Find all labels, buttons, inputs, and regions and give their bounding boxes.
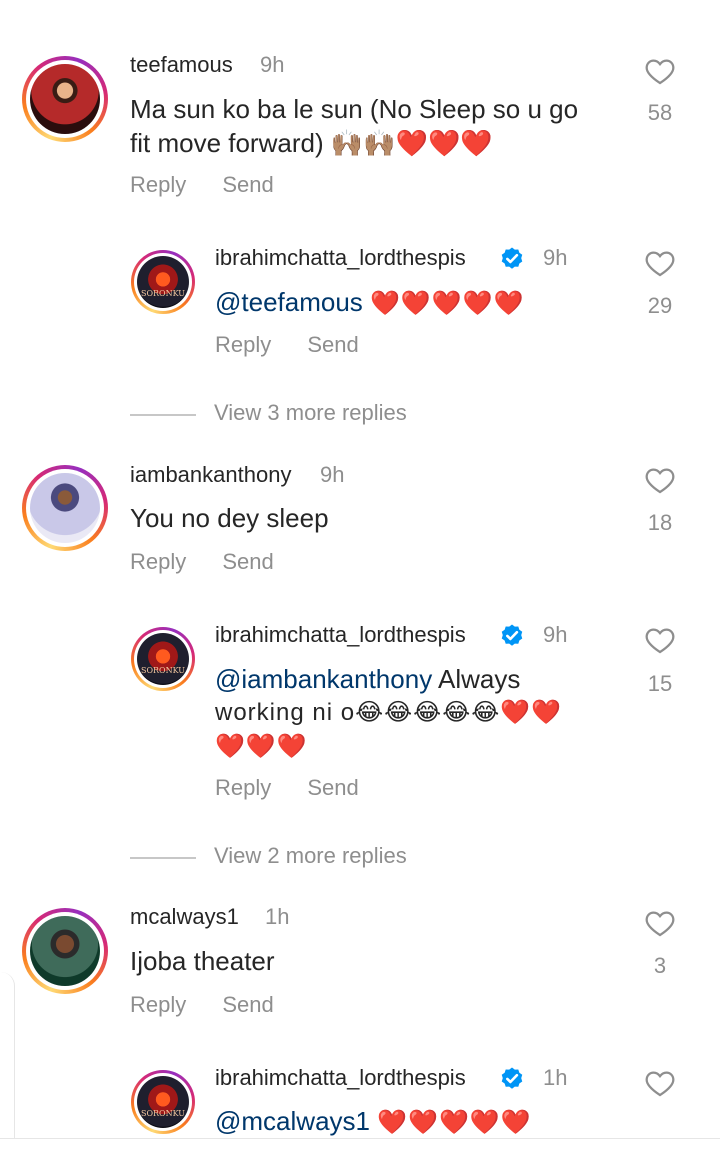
reply-time: 9h xyxy=(543,245,568,270)
avatar: SORONKU xyxy=(137,256,189,308)
avatar: SORONKU xyxy=(137,1076,189,1128)
send-button[interactable]: Send xyxy=(307,775,358,800)
comment-username[interactable]: iambankanthony xyxy=(130,462,291,488)
story-ring-avatar[interactable] xyxy=(22,465,108,551)
reply-actions: Reply Send xyxy=(215,775,389,801)
mention-link[interactable]: @mcalways1 xyxy=(215,1106,370,1136)
story-ring-avatar[interactable]: SORONKU xyxy=(131,250,195,314)
reply-username[interactable]: ibrahimchatta_lordthespis xyxy=(215,622,466,648)
heart-outline-icon[interactable] xyxy=(643,56,677,88)
reply-emojis: ❤️❤️❤️❤️❤️ xyxy=(377,1109,532,1136)
view-more-replies-button[interactable]: View 2 more replies xyxy=(130,843,530,873)
verified-badge-icon xyxy=(501,624,523,646)
reply-button[interactable]: Reply xyxy=(130,992,186,1017)
sheet-edge xyxy=(0,972,15,1158)
send-button[interactable]: Send xyxy=(222,992,273,1017)
story-ring-avatar[interactable] xyxy=(22,908,108,994)
reply-time: 1h xyxy=(543,1065,568,1090)
bottom-sheet-edge xyxy=(0,1138,720,1159)
reply-text: @iambankanthony Always working ni o😂😂😂😂😂… xyxy=(215,664,563,760)
like-count: 18 xyxy=(647,510,673,535)
send-button[interactable]: Send xyxy=(222,549,273,574)
heart-outline-icon[interactable] xyxy=(643,248,677,280)
comment-username[interactable]: teefamous xyxy=(130,52,233,78)
comment-text: You no dey sleep xyxy=(130,503,329,533)
reply-button[interactable]: Reply xyxy=(215,332,271,357)
comment-actions: Reply Send xyxy=(130,992,304,1018)
story-ring-avatar[interactable] xyxy=(22,56,108,142)
reply-button[interactable]: Reply xyxy=(130,549,186,574)
send-button[interactable]: Send xyxy=(222,172,273,197)
mention-link[interactable]: @teefamous xyxy=(215,287,363,317)
avatar: SORONKU xyxy=(137,633,189,685)
avatar xyxy=(30,916,100,986)
verified-badge-icon xyxy=(501,1067,523,1089)
avatar xyxy=(30,473,100,543)
comment-time: 9h xyxy=(260,52,285,77)
comment-actions: Reply Send xyxy=(130,172,304,198)
mention-link[interactable]: @iambankanthony xyxy=(215,664,432,694)
verified-badge-icon xyxy=(501,247,523,269)
view-more-label: View 3 more replies xyxy=(214,400,407,425)
like-count: 15 xyxy=(647,671,673,696)
heart-outline-icon[interactable] xyxy=(643,625,677,657)
heart-outline-icon[interactable] xyxy=(643,908,677,940)
reply-text: @teefamous ❤️❤️❤️❤️❤️ xyxy=(215,285,635,321)
story-ring-avatar[interactable]: SORONKU xyxy=(131,627,195,691)
reply-emojis: ❤️❤️❤️❤️❤️ xyxy=(370,290,525,317)
view-more-label: View 2 more replies xyxy=(214,843,407,868)
heart-outline-icon[interactable] xyxy=(643,1068,677,1100)
reply-time: 9h xyxy=(543,622,568,647)
comment-actions: Reply Send xyxy=(130,549,304,575)
avatar xyxy=(30,64,100,134)
like-count: 3 xyxy=(653,953,667,978)
comment-time: 9h xyxy=(320,462,345,487)
reply-text: @mcalways1 ❤️❤️❤️❤️❤️ xyxy=(215,1104,635,1140)
story-ring-avatar[interactable]: SORONKU xyxy=(131,1070,195,1134)
like-count: 58 xyxy=(647,100,673,125)
reply-button[interactable]: Reply xyxy=(130,172,186,197)
like-count: 29 xyxy=(647,293,673,318)
comment-text: Ma sun ko ba le sun (No Sleep so u go fi… xyxy=(130,94,579,158)
reply-username[interactable]: ibrahimchatta_lordthespis xyxy=(215,245,466,271)
reply-actions: Reply Send xyxy=(215,332,389,358)
comment-time: 1h xyxy=(265,904,290,929)
view-more-replies-button[interactable]: View 3 more replies xyxy=(130,400,530,430)
heart-outline-icon[interactable] xyxy=(643,465,677,497)
reply-button[interactable]: Reply xyxy=(215,775,271,800)
send-button[interactable]: Send xyxy=(307,332,358,357)
comment-text: Ijoba theater xyxy=(130,946,275,976)
divider-line xyxy=(130,857,196,859)
divider-line xyxy=(130,414,196,416)
reply-username[interactable]: ibrahimchatta_lordthespis xyxy=(215,1065,466,1091)
comment-username[interactable]: mcalways1 xyxy=(130,904,239,930)
